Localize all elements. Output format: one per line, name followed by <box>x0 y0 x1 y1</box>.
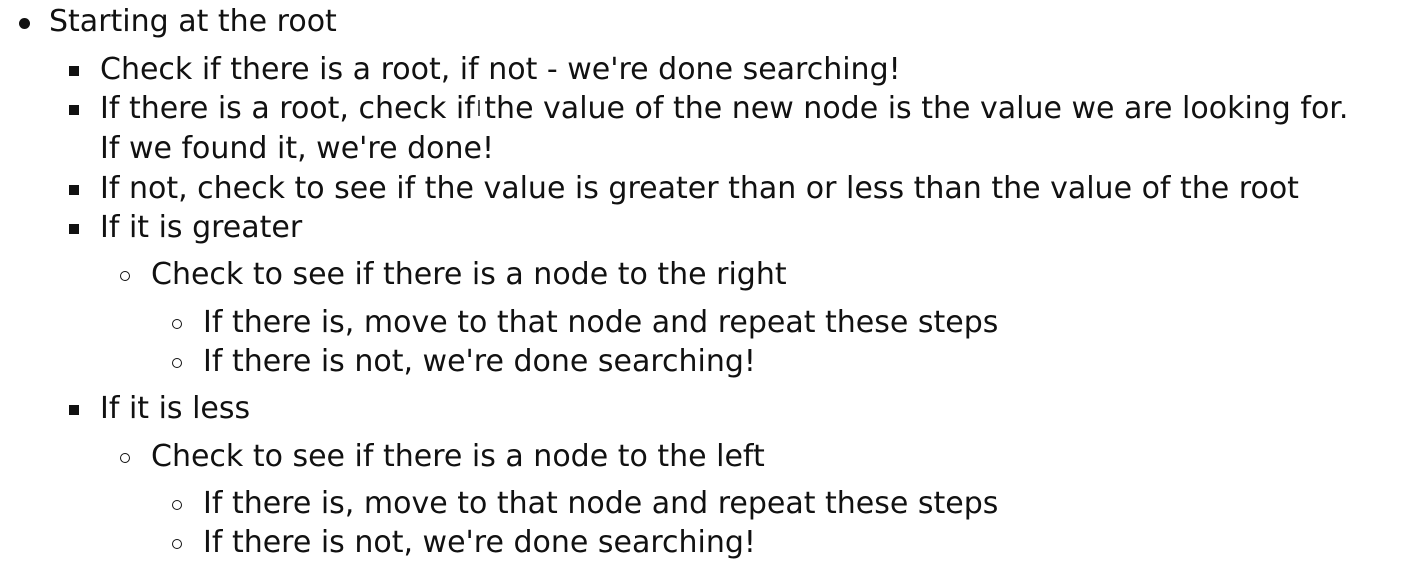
list-item-text-line-2: If we found it, we're done! <box>100 131 494 166</box>
text-cursor-icon <box>478 100 480 116</box>
list-item-text: Starting at the root <box>49 4 337 39</box>
list-item-text: Check to see if there is a node to the l… <box>151 439 765 474</box>
document-page: { "outline": { "root_item": "Starting at… <box>0 0 1424 574</box>
bullet-square-icon <box>69 224 79 234</box>
bullet-square-icon <box>69 66 79 76</box>
bullet-square-icon <box>69 105 79 115</box>
bullet-circle-icon <box>120 271 130 281</box>
list-item-text: If there is not, we're done searching! <box>203 525 756 560</box>
bullet-circle-icon <box>172 319 182 329</box>
bullet-circle-icon <box>120 453 130 463</box>
bullet-circle-icon <box>172 500 182 510</box>
list-item-text: Check to see if there is a node to the r… <box>151 257 787 292</box>
bullet-disc-icon <box>19 18 30 29</box>
list-item-text: Check if there is a root, if not - we're… <box>100 52 901 87</box>
bullet-circle-icon <box>172 539 182 549</box>
list-item-text-line-1: If there is a root, check if the value o… <box>100 91 1349 126</box>
bullet-square-icon <box>69 405 79 415</box>
list-item-text: If there is, move to that node and repea… <box>203 305 999 340</box>
list-item-text: If not, check to see if the value is gre… <box>100 171 1299 206</box>
list-item-text: If there is, move to that node and repea… <box>203 486 999 521</box>
list-item-text: If there is not, we're done searching! <box>203 344 756 379</box>
list-item-text: If it is less <box>100 391 251 426</box>
bullet-circle-icon <box>172 358 182 368</box>
bullet-square-icon <box>69 185 79 195</box>
list-item-text: If it is greater <box>100 210 303 245</box>
